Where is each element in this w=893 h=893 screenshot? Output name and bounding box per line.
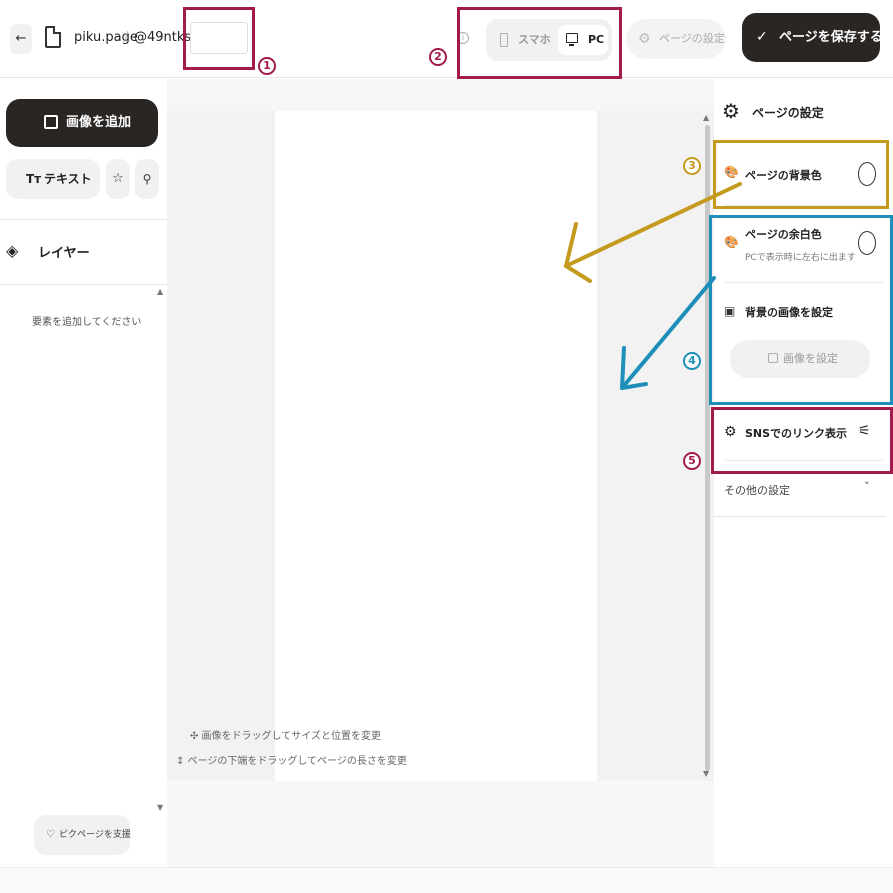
annotation-box-2 bbox=[457, 7, 622, 79]
pin-button[interactable]: ⚲ bbox=[135, 159, 159, 199]
canvas-scroll-down[interactable]: ▼ bbox=[703, 769, 709, 778]
annotation-box-1 bbox=[183, 7, 255, 70]
support-button[interactable]: ♡ ピクページを支援 bbox=[34, 815, 131, 855]
text-icon: Tт bbox=[26, 172, 42, 186]
top-bar: ← piku.page / @49ntks i スマホ PC ⚙ ページの設定 … bbox=[0, 0, 893, 78]
canvas-top-margin bbox=[167, 79, 714, 111]
annotation-box-4 bbox=[709, 215, 893, 405]
page-settings-button[interactable]: ⚙ ページの設定 bbox=[626, 19, 726, 59]
add-image-label: 画像を追加 bbox=[66, 115, 132, 130]
annotation-box-5 bbox=[711, 407, 893, 474]
hint-drag-length: ↕ ページの下端をドラッグしてページの長さを変更 bbox=[176, 756, 407, 767]
canvas-hint-area bbox=[167, 781, 714, 867]
support-label: ピクページを支援 bbox=[59, 830, 131, 840]
page-canvas[interactable] bbox=[275, 111, 597, 781]
hint-drag-resize: ✣ 画像をドラッグしてサイズと位置を変更 bbox=[190, 731, 381, 742]
other-settings-label[interactable]: その他の設定 bbox=[724, 482, 790, 498]
annotation-number-5: 5 bbox=[683, 452, 701, 470]
bottom-strip bbox=[0, 867, 893, 893]
annotation-number-3: 3 bbox=[683, 157, 701, 175]
breadcrumb-separator: / bbox=[124, 30, 129, 45]
divider bbox=[0, 219, 167, 220]
heart-icon: ♡ bbox=[46, 829, 55, 840]
gear-icon: ⚙ bbox=[638, 31, 651, 47]
check-icon: ✓ bbox=[756, 29, 768, 45]
star-icon: ☆ bbox=[112, 171, 124, 186]
layers-empty-message: 要素を追加してください bbox=[32, 317, 142, 328]
pin-icon: ⚲ bbox=[142, 172, 152, 186]
chevron-down-icon[interactable]: ˅ bbox=[864, 480, 870, 493]
layers-title: レイヤー bbox=[38, 246, 90, 261]
layers-scroll-up[interactable]: ▲ bbox=[157, 287, 163, 296]
back-button[interactable]: ← bbox=[10, 24, 32, 54]
arrow-left-icon: ← bbox=[15, 31, 27, 46]
page-settings-label: ページの設定 bbox=[659, 32, 725, 45]
canvas-scroll-up[interactable]: ▲ bbox=[703, 113, 709, 122]
page-settings-title: ページの設定 bbox=[752, 106, 824, 120]
add-image-icon bbox=[44, 115, 58, 129]
divider bbox=[714, 516, 886, 517]
add-image-button[interactable]: 画像を追加 bbox=[6, 99, 158, 147]
divider bbox=[0, 284, 167, 285]
canvas-area: ▲ ▼ bbox=[167, 79, 714, 867]
layers-scroll-down[interactable]: ▼ bbox=[157, 803, 163, 812]
save-page-label: ページを保存する bbox=[779, 30, 883, 45]
add-text-label: テキスト bbox=[44, 172, 92, 186]
annotation-box-3 bbox=[713, 140, 889, 209]
gear-icon: ⚙ bbox=[722, 99, 740, 123]
left-panel: 画像を追加 Tт テキスト ☆ ⚲ ◈ レイヤー 要素を追加してください ▲ ▼… bbox=[0, 79, 167, 867]
star-button[interactable]: ☆ bbox=[106, 159, 130, 199]
layers-icon: ◈ bbox=[6, 241, 19, 260]
annotation-number-4: 4 bbox=[683, 352, 701, 370]
save-page-button[interactable]: ✓ ページを保存する bbox=[742, 13, 883, 62]
annotation-number-1: 1 bbox=[258, 57, 276, 75]
annotation-number-2: 2 bbox=[429, 48, 447, 66]
file-icon bbox=[45, 26, 61, 48]
add-text-button[interactable]: Tт テキスト bbox=[6, 159, 100, 199]
